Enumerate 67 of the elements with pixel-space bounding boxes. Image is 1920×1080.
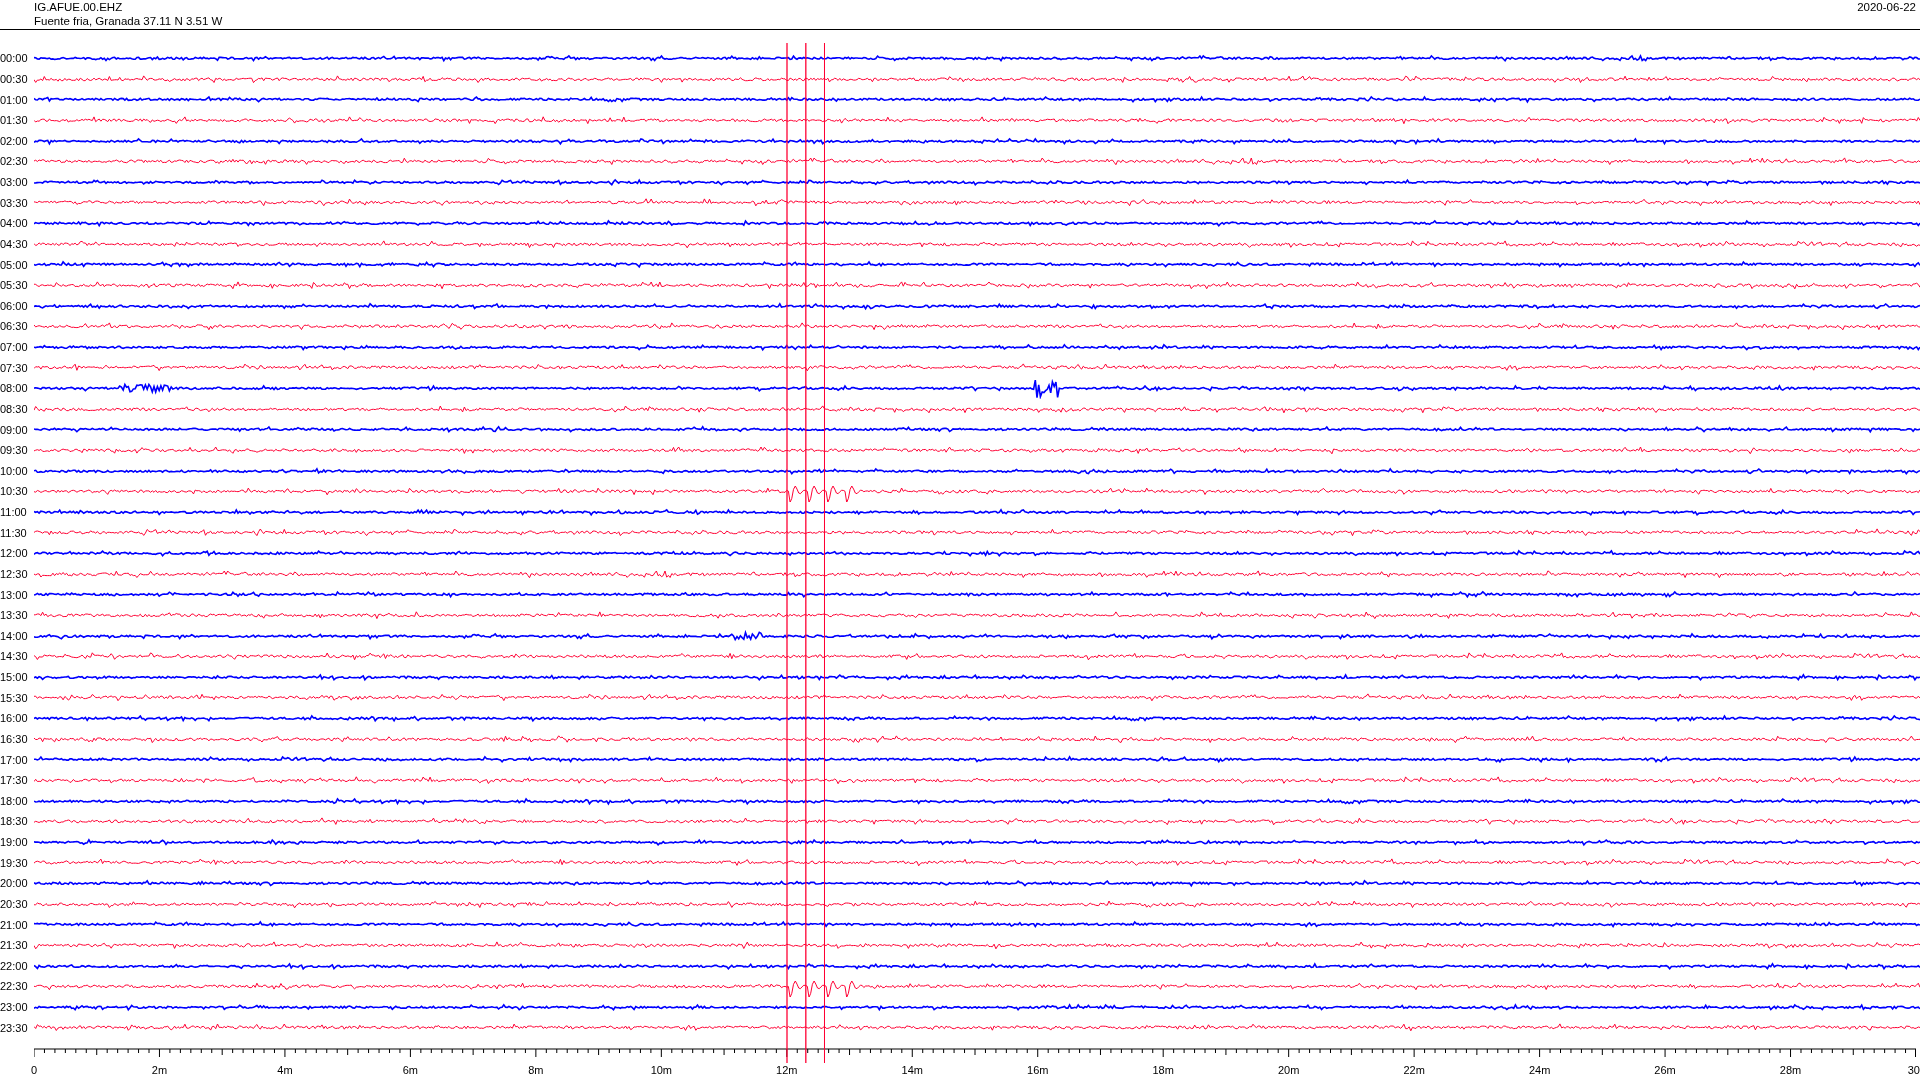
time-label: 04:30 [0, 237, 29, 250]
time-label: 07:30 [0, 361, 29, 374]
axis-tick-label: 6m [402, 1064, 419, 1076]
time-label: 09:30 [0, 444, 29, 457]
time-label: 21:00 [0, 918, 29, 931]
axis-tick-label: 12m [776, 1064, 798, 1076]
axis-tick-label: 18m [1152, 1064, 1174, 1076]
axis-tick-label: 16m [1027, 1064, 1049, 1076]
time-label: 03:00 [0, 176, 29, 189]
axis-tick-label: 10m [650, 1064, 673, 1076]
time-label: 04:00 [0, 217, 29, 230]
time-label: 21:30 [0, 939, 29, 952]
time-label: 19:30 [0, 856, 29, 869]
axis-tick-label: 2m [151, 1064, 168, 1076]
axis-tick-label: 8m [528, 1064, 544, 1076]
axis-tick-label: 26m [1654, 1064, 1676, 1076]
time-label: 10:00 [0, 464, 29, 477]
station-code: IG.AFUE.00.EHZ [34, 0, 124, 14]
time-label: 23:30 [0, 1021, 29, 1034]
time-label: 22:00 [0, 959, 29, 972]
time-label: 20:30 [0, 897, 29, 910]
time-label: 06:30 [0, 320, 29, 333]
time-label: 10:30 [0, 485, 29, 498]
time-label: 19:00 [0, 836, 29, 849]
time-label: 22:30 [0, 980, 29, 993]
time-label: 15:30 [0, 691, 29, 704]
station-location: Fuente fria, Granada 37.11 N 3.51 W [34, 14, 223, 28]
time-label: 16:30 [0, 732, 29, 745]
time-label: 18:30 [0, 815, 29, 828]
axis-tick-label: 30 [1907, 1064, 1920, 1076]
time-label: 13:30 [0, 609, 29, 622]
time-label: 01:00 [0, 93, 29, 106]
time-label: 03:30 [0, 196, 29, 209]
axis-tick-label: 24m [1528, 1064, 1551, 1076]
axis-tick-label: 20m [1277, 1064, 1300, 1076]
time-label: 17:30 [0, 774, 29, 787]
time-label: 20:00 [0, 877, 29, 890]
axis-tick-label: 4m [277, 1064, 293, 1076]
time-label: 00:30 [0, 72, 29, 85]
time-label: 02:30 [0, 155, 29, 168]
time-label: 02:00 [0, 134, 29, 147]
time-label: 08:00 [0, 382, 29, 395]
time-label: 13:00 [0, 588, 29, 601]
time-label: 00:00 [0, 52, 29, 65]
time-label: 05:30 [0, 279, 29, 292]
time-label: 15:00 [0, 671, 29, 684]
time-label: 05:00 [0, 258, 29, 271]
time-label: 09:00 [0, 423, 29, 436]
plot-date: 2020-06-22 [1857, 0, 1916, 15]
axis-tick-label: 28m [1779, 1064, 1802, 1076]
axis-tick-label: 22m [1403, 1064, 1425, 1076]
time-label: 06:00 [0, 299, 29, 312]
time-label: 01:30 [0, 114, 29, 127]
time-label: 14:00 [0, 629, 29, 642]
time-label: 18:00 [0, 794, 29, 807]
time-label: 23:00 [0, 1001, 29, 1014]
time-label: 11:00 [0, 506, 28, 519]
time-label: 12:00 [0, 547, 29, 560]
time-label: 17:00 [0, 753, 29, 766]
time-label: 08:30 [0, 402, 29, 415]
axis-tick-label: 14m [901, 1064, 923, 1076]
time-label: 11:30 [0, 526, 28, 539]
time-label: 14:30 [0, 650, 29, 663]
time-label: 16:00 [0, 712, 29, 725]
axis-tick-label: 0 [30, 1064, 38, 1076]
time-label: 12:30 [0, 567, 29, 580]
time-label: 07:00 [0, 341, 29, 354]
